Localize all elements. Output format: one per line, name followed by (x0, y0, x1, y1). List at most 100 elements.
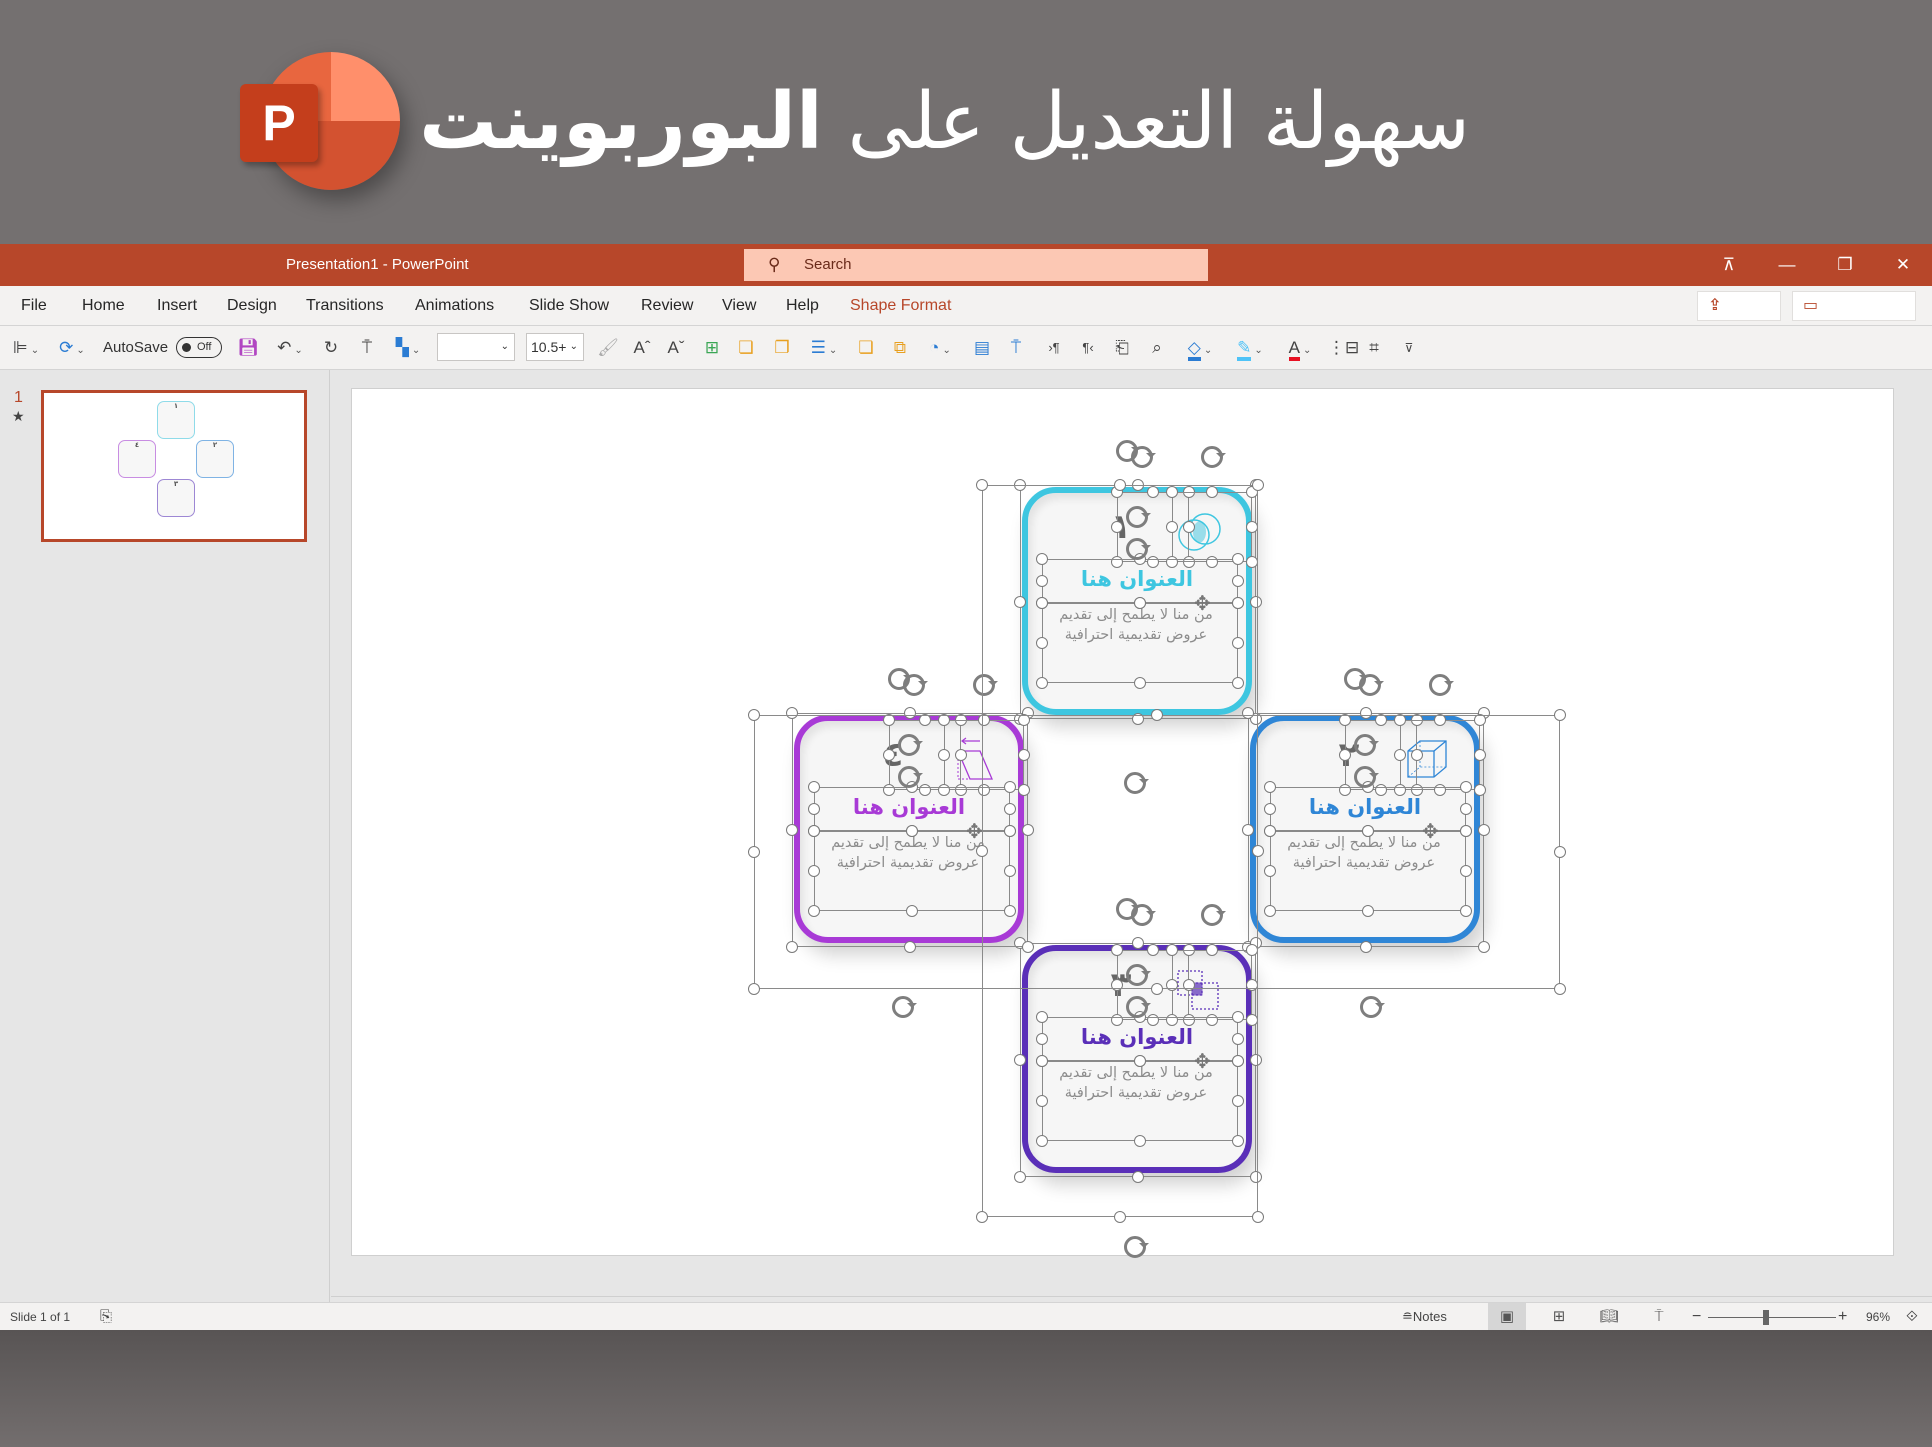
resize-handle[interactable] (1036, 553, 1048, 565)
resize-handle[interactable] (1132, 1171, 1144, 1183)
resize-handle[interactable] (1232, 553, 1244, 565)
rotate-handle[interactable] (1126, 964, 1151, 986)
resize-handle[interactable] (1022, 941, 1034, 953)
rotate-button[interactable]: ⟳ ⌄ (52, 336, 92, 360)
reset-slide-button[interactable]: ⎗ (1110, 336, 1134, 360)
resize-handle[interactable] (1018, 784, 1030, 796)
rotate-handle[interactable] (1201, 446, 1226, 468)
rotate-handle[interactable] (1429, 674, 1454, 696)
zoom-slider-thumb[interactable] (1762, 1310, 1769, 1325)
tab-review[interactable]: Review (641, 286, 693, 326)
resize-handle[interactable] (1375, 714, 1387, 726)
resize-handle[interactable] (1246, 979, 1258, 991)
comments-button[interactable]: ▭ Comments (1792, 291, 1916, 342)
resize-handle[interactable] (1206, 556, 1218, 568)
resize-handle[interactable] (938, 749, 950, 761)
resize-handle[interactable] (1004, 865, 1016, 877)
resize-handle[interactable] (1252, 845, 1264, 857)
resize-handle[interactable] (808, 781, 820, 793)
resize-handle[interactable] (1339, 784, 1351, 796)
resize-handle[interactable] (1111, 1014, 1123, 1026)
align-middle-button[interactable]: ⊞ (700, 336, 724, 360)
resize-handle[interactable] (1246, 521, 1258, 533)
resize-handle[interactable] (1246, 556, 1258, 568)
resize-handle[interactable] (1014, 1171, 1026, 1183)
resize-handle[interactable] (1232, 637, 1244, 649)
resize-handle[interactable] (1206, 486, 1218, 498)
resize-handle[interactable] (1242, 707, 1254, 719)
resize-handle[interactable] (1166, 486, 1178, 498)
resize-handle[interactable] (1394, 784, 1406, 796)
resize-handle[interactable] (1151, 709, 1163, 721)
tab-view[interactable]: View (722, 286, 756, 326)
resize-handle[interactable] (1183, 556, 1195, 568)
rotate-handle[interactable] (1201, 904, 1226, 926)
resize-handle[interactable] (1111, 556, 1123, 568)
minimize-button[interactable]: — (1764, 244, 1810, 286)
resize-handle[interactable] (1018, 749, 1030, 761)
ltr-button[interactable]: ›¶ (1042, 336, 1066, 360)
resize-handle[interactable] (1004, 803, 1016, 815)
resize-handle[interactable] (1018, 714, 1030, 726)
normal-view-button[interactable]: ▣ (1488, 1303, 1526, 1331)
resize-handle[interactable] (1036, 575, 1048, 587)
move-cursor-icon[interactable]: ✥ (1194, 1049, 1211, 1074)
notes-button[interactable]: ≘Notes (1402, 1303, 1447, 1331)
resize-handle[interactable] (955, 749, 967, 761)
font-color-button[interactable]: A ⌄ (1280, 336, 1320, 361)
resize-handle[interactable] (1554, 983, 1566, 995)
rotate-handle[interactable] (1360, 996, 1385, 1018)
send-backward-button[interactable]: ❐ (770, 336, 794, 360)
resize-handle[interactable] (1111, 944, 1123, 956)
resize-handle[interactable] (1264, 825, 1276, 837)
resize-handle[interactable] (1460, 905, 1472, 917)
resize-handle[interactable] (1132, 937, 1144, 949)
move-cursor-icon[interactable]: ✥ (966, 819, 983, 844)
resize-handle[interactable] (1411, 714, 1423, 726)
resize-handle[interactable] (1246, 1014, 1258, 1026)
share-button[interactable]: ⇪ Share (1697, 291, 1781, 342)
resize-handle[interactable] (1014, 596, 1026, 608)
resize-handle[interactable] (1264, 803, 1276, 815)
search-box[interactable]: ⚲ Search (744, 249, 1208, 281)
resize-handle[interactable] (1166, 944, 1178, 956)
reading-view-button[interactable]: 📖︎ (1590, 1303, 1628, 1331)
shapes-button[interactable]: ◔ ⌄ (920, 336, 960, 360)
resize-handle[interactable] (1232, 1095, 1244, 1107)
resize-handle[interactable] (808, 803, 820, 815)
resize-handle[interactable] (1474, 749, 1486, 761)
resize-handle[interactable] (1232, 597, 1244, 609)
resize-handle[interactable] (1250, 596, 1262, 608)
resize-handle[interactable] (1232, 677, 1244, 689)
rotate-handle[interactable] (1131, 446, 1156, 468)
tab-slide-show[interactable]: Slide Show (529, 286, 609, 326)
resize-handle[interactable] (1232, 1135, 1244, 1147)
undo-button[interactable]: ↶ ⌄ (270, 336, 310, 360)
resize-handle[interactable] (904, 707, 916, 719)
resize-handle[interactable] (1434, 784, 1446, 796)
resize-handle[interactable] (1147, 944, 1159, 956)
resize-handle[interactable] (1183, 1014, 1195, 1026)
resize-handle[interactable] (976, 479, 988, 491)
resize-handle[interactable] (1183, 521, 1195, 533)
font-name-dropdown[interactable]: ⌄ (437, 333, 515, 361)
resize-handle[interactable] (1474, 714, 1486, 726)
resize-handle[interactable] (1014, 1054, 1026, 1066)
resize-handle[interactable] (1004, 905, 1016, 917)
resize-handle[interactable] (1111, 521, 1123, 533)
move-cursor-icon[interactable]: ✥ (1194, 591, 1211, 616)
resize-handle[interactable] (1264, 865, 1276, 877)
resize-handle[interactable] (1134, 1055, 1146, 1067)
resize-handle[interactable] (955, 714, 967, 726)
resize-handle[interactable] (1460, 825, 1472, 837)
card-title[interactable]: العنوان هنا (1028, 1025, 1246, 1049)
resize-handle[interactable] (1394, 749, 1406, 761)
resize-handle[interactable] (1460, 781, 1472, 793)
resize-handle[interactable] (1264, 781, 1276, 793)
bring-forward-button[interactable]: ❏ (734, 336, 758, 360)
rotate-handle[interactable] (1354, 766, 1379, 788)
slide-canvas[interactable]: ١ العنوان هنا من منا لا يطمح إلى تقديم ع… (351, 388, 1894, 1258)
resize-handle[interactable] (748, 983, 760, 995)
resize-handle[interactable] (906, 905, 918, 917)
resize-handle[interactable] (1264, 905, 1276, 917)
